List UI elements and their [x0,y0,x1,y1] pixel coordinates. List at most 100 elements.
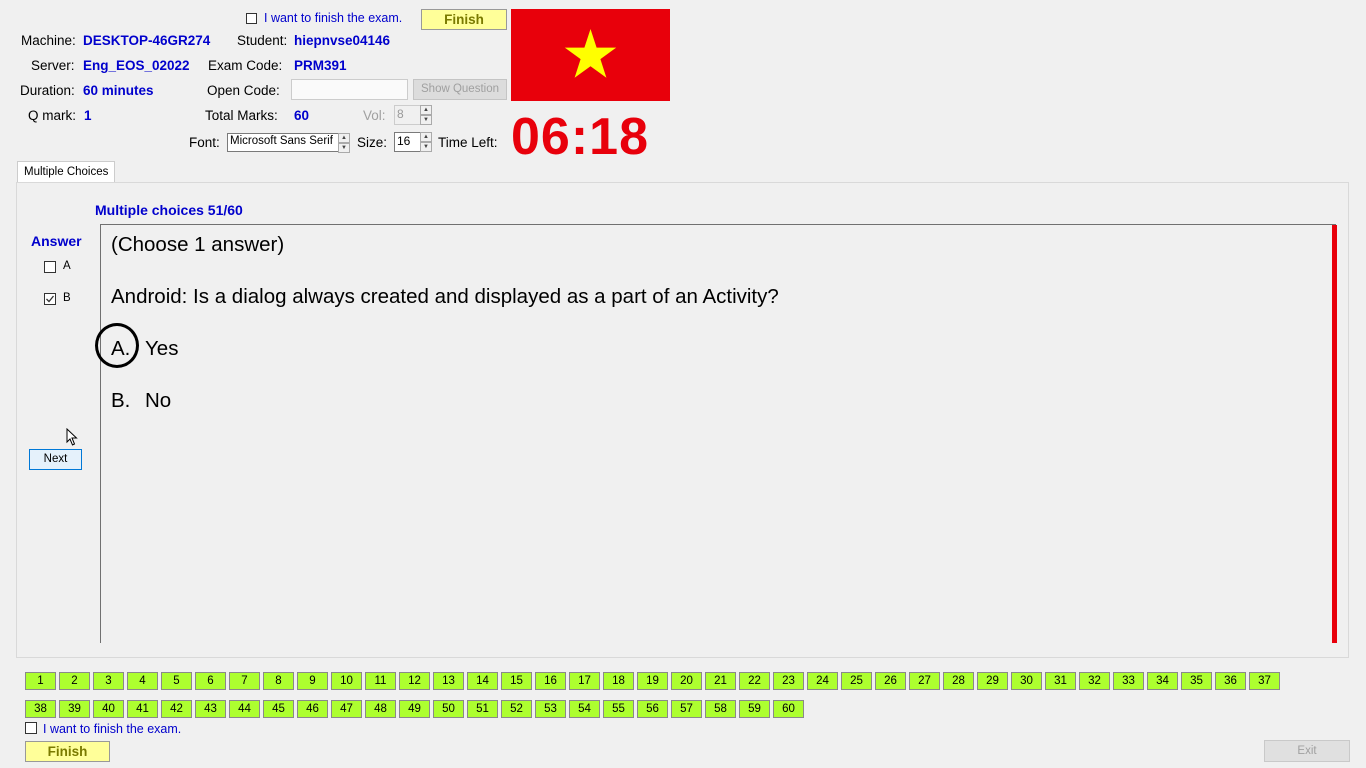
time-left-timer: 06:18 [511,108,649,166]
question-nav-button-19[interactable]: 19 [637,672,668,690]
tab-multiple-choices[interactable]: Multiple Choices [17,161,116,183]
question-nav-button-42[interactable]: 42 [161,700,192,718]
vol-down-arrow-icon[interactable]: ▼ [420,115,432,125]
qmark-label: Q mark: [28,108,77,123]
question-nav-button-14[interactable]: 14 [467,672,498,690]
question-nav-button-4[interactable]: 4 [127,672,158,690]
answer-b-checkbox[interactable] [44,293,56,305]
question-nav-button-38[interactable]: 38 [25,700,56,718]
question-nav-button-39[interactable]: 39 [59,700,90,718]
question-nav-button-48[interactable]: 48 [365,700,396,718]
question-nav-button-9[interactable]: 9 [297,672,328,690]
show-question-button[interactable]: Show Question [413,79,507,100]
question-nav-button-44[interactable]: 44 [229,700,260,718]
question-nav-button-37[interactable]: 37 [1249,672,1280,690]
question-nav-button-51[interactable]: 51 [467,700,498,718]
question-nav-button-17[interactable]: 17 [569,672,600,690]
question-nav-button-35[interactable]: 35 [1181,672,1212,690]
open-code-input[interactable] [291,79,408,100]
question-nav-button-24[interactable]: 24 [807,672,838,690]
question-nav-button-15[interactable]: 15 [501,672,532,690]
option-b-text: No [145,389,172,412]
question-nav-button-58[interactable]: 58 [705,700,736,718]
option-a-text: Yes [145,337,179,360]
exit-button[interactable]: Exit [1264,740,1350,762]
exam-code-label: Exam Code: [208,58,283,73]
question-nav-button-21[interactable]: 21 [705,672,736,690]
question-nav-button-57[interactable]: 57 [671,700,702,718]
question-nav-button-40[interactable]: 40 [93,700,124,718]
server-label: Server: [31,58,75,73]
answer-a-checkbox[interactable] [44,261,56,273]
open-code-label: Open Code: [207,83,280,98]
question-nav-button-60[interactable]: 60 [773,700,804,718]
vol-up-arrow-icon[interactable]: ▲ [420,105,432,115]
question-nav-button-30[interactable]: 30 [1011,672,1042,690]
font-up-arrow-icon[interactable]: ▲ [338,133,350,143]
question-scroll-indicator [1332,225,1337,643]
checkmark-icon [46,295,55,303]
size-up-arrow-icon[interactable]: ▲ [420,132,432,142]
question-nav-button-27[interactable]: 27 [909,672,940,690]
question-nav-button-2[interactable]: 2 [59,672,90,690]
question-instruction: (Choose 1 answer) [111,233,285,256]
size-down-arrow-icon[interactable]: ▼ [420,142,432,152]
question-nav-button-45[interactable]: 45 [263,700,294,718]
question-nav-button-22[interactable]: 22 [739,672,770,690]
question-nav-button-43[interactable]: 43 [195,700,226,718]
question-nav-button-7[interactable]: 7 [229,672,260,690]
finish-exam-checkbox-bottom[interactable] [25,722,37,734]
question-nav-button-10[interactable]: 10 [331,672,362,690]
question-nav-button-20[interactable]: 20 [671,672,702,690]
question-nav-button-5[interactable]: 5 [161,672,192,690]
question-nav-button-41[interactable]: 41 [127,700,158,718]
question-nav-button-26[interactable]: 26 [875,672,906,690]
question-nav-button-29[interactable]: 29 [977,672,1008,690]
question-nav-button-28[interactable]: 28 [943,672,974,690]
question-nav-button-33[interactable]: 33 [1113,672,1144,690]
finish-exam-checkbox-top[interactable] [246,13,257,24]
question-nav-button-47[interactable]: 47 [331,700,362,718]
finish-button-bottom[interactable]: Finish [25,741,110,762]
question-nav-button-52[interactable]: 52 [501,700,532,718]
question-nav-button-46[interactable]: 46 [297,700,328,718]
font-down-arrow-icon[interactable]: ▼ [338,143,350,153]
vol-input[interactable]: 8 [394,105,422,125]
question-nav-button-18[interactable]: 18 [603,672,634,690]
question-nav-button-59[interactable]: 59 [739,700,770,718]
server-value: Eng_EOS_02022 [83,58,190,73]
question-nav-button-1[interactable]: 1 [25,672,56,690]
question-nav-button-34[interactable]: 34 [1147,672,1178,690]
finish-exam-label-top: I want to finish the exam. [264,11,403,25]
question-nav-button-50[interactable]: 50 [433,700,464,718]
question-nav-button-53[interactable]: 53 [535,700,566,718]
question-nav-button-13[interactable]: 13 [433,672,464,690]
question-nav-button-8[interactable]: 8 [263,672,294,690]
option-a-letter: A. [111,337,131,360]
question-nav-button-25[interactable]: 25 [841,672,872,690]
question-nav-button-3[interactable]: 3 [93,672,124,690]
size-input[interactable]: 16 [394,132,422,152]
exam-code-value: PRM391 [294,58,347,73]
question-nav-button-16[interactable]: 16 [535,672,566,690]
question-nav-button-56[interactable]: 56 [637,700,668,718]
question-heading: Multiple choices 51/60 [95,202,243,218]
question-nav-button-23[interactable]: 23 [773,672,804,690]
question-nav-button-12[interactable]: 12 [399,672,430,690]
question-nav-button-36[interactable]: 36 [1215,672,1246,690]
question-nav-button-55[interactable]: 55 [603,700,634,718]
question-nav-button-32[interactable]: 32 [1079,672,1110,690]
mouse-cursor-icon [66,428,78,446]
next-button[interactable]: Next [29,449,82,470]
question-nav-button-11[interactable]: 11 [365,672,396,690]
finish-button-top[interactable]: Finish [421,9,507,30]
time-left-label: Time Left: [438,135,498,150]
duration-label: Duration: [20,83,75,98]
font-select[interactable]: Microsoft Sans Serif [227,133,339,152]
question-nav-button-31[interactable]: 31 [1045,672,1076,690]
student-label: Student: [237,33,288,48]
question-nav-button-6[interactable]: 6 [195,672,226,690]
option-b-letter: B. [111,389,131,412]
question-nav-button-49[interactable]: 49 [399,700,430,718]
question-nav-button-54[interactable]: 54 [569,700,600,718]
